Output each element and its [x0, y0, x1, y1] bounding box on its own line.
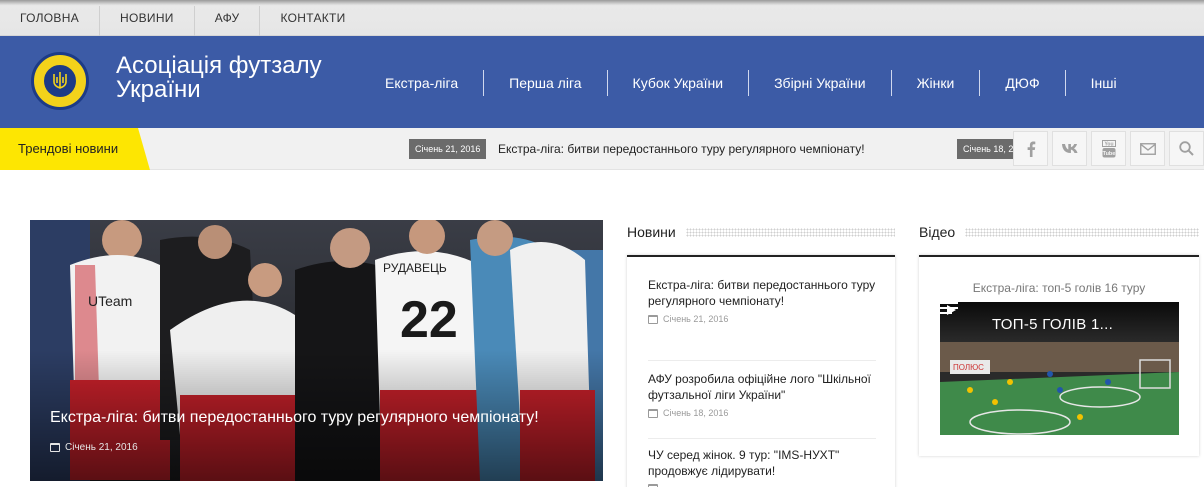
ticker-date-next: Січень 18, 2: [957, 139, 1013, 159]
news-item-date-text: Січень 21, 2016: [663, 314, 729, 324]
facebook-icon[interactable]: [1013, 131, 1048, 166]
nav-other[interactable]: Інші: [1064, 70, 1142, 96]
video-heading: Відео: [919, 222, 1199, 242]
nav-first-league[interactable]: Перша ліга: [483, 70, 606, 96]
topnav-contacts[interactable]: КОНТАКТИ: [260, 6, 365, 36]
video-widget: Екстра-ліга: топ-5 голів 16 туру ПОЛЮС Т…: [919, 255, 1199, 456]
ticker-date: Січень 21, 2016: [409, 139, 487, 159]
news-item-date: Січень 21, 2016: [648, 314, 876, 324]
logo-emblem: [42, 63, 78, 99]
jersey-number: 22: [400, 291, 458, 349]
video-title: ТОП-5 ГОЛІВ 1...: [992, 316, 1114, 333]
video-heading-text: Відео: [919, 224, 966, 240]
heading-dots: [965, 227, 1199, 237]
top-bar: ГОЛОВНА НОВИНИ АФУ КОНТАКТИ: [0, 0, 1204, 36]
news-item-date: Січень 18, 2016: [648, 408, 876, 418]
nav-national-teams[interactable]: Збірні України: [748, 70, 891, 96]
news-item[interactable]: Екстра-ліга: битви передостаннього туру …: [648, 277, 876, 361]
trending-label: Трендові новини: [0, 128, 150, 170]
trident-icon: [53, 72, 67, 89]
video-caption[interactable]: Екстра-ліга: топ-5 голів 16 туру: [919, 281, 1199, 295]
search-icon[interactable]: [1169, 131, 1204, 166]
play-icon[interactable]: [940, 302, 962, 318]
topnav-afu[interactable]: АФУ: [195, 6, 261, 36]
social-links: You Tube: [1013, 131, 1204, 166]
heading-dots: [685, 227, 895, 237]
vk-icon[interactable]: [1052, 131, 1087, 166]
news-heading: Новини: [627, 222, 895, 242]
page: ГОЛОВНА НОВИНИ АФУ КОНТАКТИ Асоціація фу…: [0, 0, 1204, 487]
main-nav: Екстра-ліга Перша ліга Кубок України Збі…: [360, 70, 1142, 96]
calendar-icon: [648, 314, 658, 324]
nav-ukraine-cup[interactable]: Кубок України: [606, 70, 749, 96]
email-icon[interactable]: [1130, 131, 1165, 166]
featured-article[interactable]: UTeam РУДАВЕЦЬ 22 Екстра-ліга: битви пер…: [30, 220, 603, 481]
topnav-home[interactable]: ГОЛОВНА: [0, 6, 101, 36]
jersey-sponsor: UTeam: [88, 293, 132, 309]
nav-extra-league[interactable]: Екстра-ліга: [360, 70, 483, 96]
calendar-icon: [648, 408, 658, 418]
featured-date: Січень 21, 2016: [50, 442, 138, 453]
ticker-headline[interactable]: Екстра-ліга: битви передостаннього туру …: [498, 139, 865, 159]
topnav-news[interactable]: НОВИНИ: [100, 6, 195, 36]
svg-text:Tube: Tube: [1102, 150, 1115, 156]
news-item[interactable]: ЧУ серед жінок. 9 тур: "IMS-НУХТ" продов…: [648, 447, 876, 487]
calendar-icon: [50, 443, 60, 452]
svg-text:You: You: [1104, 141, 1113, 147]
video-player[interactable]: ПОЛЮС ТОП-5 ГОЛІВ 1...: [940, 302, 1179, 435]
news-item-title[interactable]: ЧУ серед жінок. 9 тур: "IMS-НУХТ" продов…: [648, 447, 876, 479]
featured-date-text: Січень 21, 2016: [65, 442, 138, 453]
news-item-title[interactable]: АФУ розробила офіційне лого "Шкільної фу…: [648, 371, 876, 403]
top-nav: ГОЛОВНА НОВИНИ АФУ КОНТАКТИ: [0, 6, 366, 36]
site-header: Асоціація футзалу України Екстра-ліга Пе…: [0, 36, 1204, 128]
news-item[interactable]: АФУ розробила офіційне лого "Шкільної фу…: [648, 371, 876, 439]
news-heading-text: Новини: [627, 224, 686, 240]
site-title[interactable]: Асоціація футзалу України: [116, 54, 336, 102]
youtube-icon[interactable]: You Tube: [1091, 131, 1126, 166]
news-item-date-text: Січень 18, 2016: [663, 408, 729, 418]
site-logo[interactable]: [31, 52, 89, 110]
featured-title[interactable]: Екстра-ліга: битви передостаннього туру …: [50, 408, 539, 428]
ad-board-text: ПОЛЮС: [953, 363, 984, 372]
jersey-name: РУДАВЕЦЬ: [383, 261, 447, 275]
nav-women[interactable]: Жінки: [890, 70, 980, 96]
nav-youth[interactable]: ДЮФ: [979, 70, 1064, 96]
news-widget: Екстра-ліга: битви передостаннього туру …: [627, 255, 895, 487]
news-item-title[interactable]: Екстра-ліга: битви передостаннього туру …: [648, 277, 876, 309]
